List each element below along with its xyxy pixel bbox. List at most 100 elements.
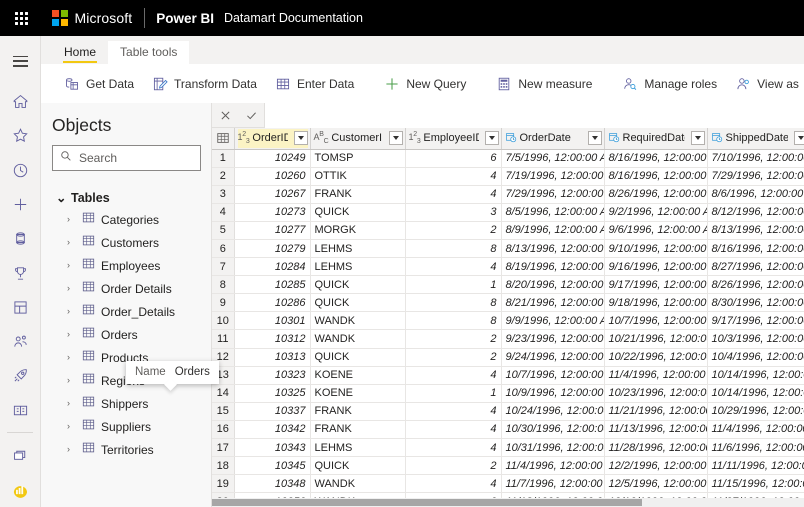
- row-number[interactable]: 18: [212, 456, 235, 476]
- table-cell[interactable]: 10/21/1996, 12:00:00 AM: [604, 329, 708, 349]
- table-cell[interactable]: 7/5/1996, 12:00:00 AM: [501, 149, 605, 168]
- row-number[interactable]: 6: [212, 239, 235, 259]
- chevron-right-icon[interactable]: ›: [67, 261, 76, 270]
- column-filter-button[interactable]: [388, 131, 403, 146]
- table-cell[interactable]: 11/11/1996, 12:00:00 AM: [707, 456, 804, 476]
- table-cell[interactable]: 8/26/1996, 12:00:00 AM: [604, 185, 708, 204]
- table-cell[interactable]: 10/23/1996, 12:00:00 AM: [604, 384, 708, 403]
- table-cell[interactable]: 10/22/1996, 12:00:00 AM: [604, 348, 708, 367]
- table-cell[interactable]: 2: [405, 348, 502, 367]
- table-cell[interactable]: OTTIK: [310, 167, 406, 186]
- row-number[interactable]: 19: [212, 474, 235, 494]
- tree-node-table[interactable]: › Categories: [41, 208, 211, 231]
- rocket-icon[interactable]: [0, 359, 41, 393]
- table-cell[interactable]: 8/27/1996, 12:00:00 AM: [707, 257, 804, 277]
- table-row[interactable]: 210260OTTIK47/19/1996, 12:00:00 AM8/16/1…: [212, 167, 804, 186]
- table-cell[interactable]: 4: [405, 438, 502, 458]
- check-icon[interactable]: [238, 103, 264, 128]
- table-cell[interactable]: FRANK: [310, 185, 406, 204]
- table-cell[interactable]: 8/30/1996, 12:00:00 AM: [707, 293, 804, 313]
- new-measure-button[interactable]: New measure: [487, 71, 601, 97]
- powerbi-logo-icon[interactable]: [0, 473, 41, 507]
- table-cell[interactable]: 4: [405, 420, 502, 440]
- table-cell[interactable]: 9/6/1996, 12:00:00 AM: [604, 221, 708, 240]
- row-number[interactable]: 15: [212, 402, 235, 421]
- table-cell[interactable]: KOENE: [310, 384, 406, 403]
- table-cell[interactable]: 10/3/1996, 12:00:00 AM: [707, 329, 804, 349]
- row-number[interactable]: 11: [212, 329, 235, 349]
- home-icon[interactable]: [0, 84, 41, 118]
- column-header[interactable]: OrderDate: [501, 128, 605, 150]
- table-cell[interactable]: 10345: [234, 456, 311, 476]
- table-cell[interactable]: 9/10/1996, 12:00:00 AM: [604, 239, 708, 259]
- table-cell[interactable]: 8/13/1996, 12:00:00 AM: [501, 239, 605, 259]
- table-row[interactable]: 710284LEHMS48/19/1996, 12:00:00 AM9/16/1…: [212, 257, 804, 277]
- table-row[interactable]: 1110312WANDK29/23/1996, 12:00:00 AM10/21…: [212, 329, 804, 349]
- table-cell[interactable]: 11/21/1996, 12:00:00 AM: [604, 402, 708, 421]
- table-cell[interactable]: 9/9/1996, 12:00:00 AM: [501, 311, 605, 331]
- table-cell[interactable]: 11/28/1996, 12:00:00 AM: [604, 438, 708, 458]
- table-row[interactable]: 810285QUICK18/20/1996, 12:00:00 AM9/17/1…: [212, 275, 804, 295]
- table-row[interactable]: 1810345QUICK211/4/1996, 12:00:00 AM12/2/…: [212, 456, 804, 476]
- table-cell[interactable]: 10279: [234, 239, 311, 259]
- chevron-right-icon[interactable]: ›: [67, 376, 76, 385]
- table-cell[interactable]: 8/20/1996, 12:00:00 AM: [501, 275, 605, 295]
- table-cell[interactable]: 10301: [234, 311, 311, 331]
- column-header[interactable]: ABCCustomerID: [310, 128, 406, 150]
- tree-node-table[interactable]: › Orders: [41, 323, 211, 346]
- column-header[interactable]: 123OrderID: [234, 128, 311, 150]
- database-icon[interactable]: [0, 222, 41, 256]
- table-cell[interactable]: 10/24/1996, 12:00:00 AM: [501, 402, 605, 421]
- row-number[interactable]: 10: [212, 311, 235, 331]
- row-number[interactable]: 9: [212, 293, 235, 313]
- table-cell[interactable]: QUICK: [310, 348, 406, 367]
- table-cell[interactable]: 7/29/1996, 12:00:00 AM: [501, 185, 605, 204]
- table-cell[interactable]: 8/6/1996, 12:00:00 AM: [707, 185, 804, 204]
- table-cell[interactable]: 1: [405, 275, 502, 295]
- table-cell[interactable]: WANDK: [310, 474, 406, 494]
- new-query-button[interactable]: New Query: [375, 71, 475, 97]
- horizontal-scrollbar[interactable]: [212, 498, 804, 507]
- transform-data-button[interactable]: Transform Data: [143, 71, 266, 97]
- table-cell[interactable]: 4: [405, 167, 502, 186]
- table-cell[interactable]: 3: [405, 203, 502, 222]
- table-cell[interactable]: QUICK: [310, 275, 406, 295]
- search-field[interactable]: [79, 151, 189, 165]
- table-cell[interactable]: 8/16/1996, 12:00:00 AM: [604, 149, 708, 168]
- column-filter-button[interactable]: [793, 131, 804, 146]
- table-cell[interactable]: 11/7/1996, 12:00:00 AM: [501, 474, 605, 494]
- scrollbar-thumb[interactable]: [212, 499, 642, 506]
- enter-data-button[interactable]: Enter Data: [266, 71, 363, 97]
- table-cell[interactable]: 7/29/1996, 12:00:00 AM: [707, 167, 804, 186]
- column-header[interactable]: ShippedDate: [707, 128, 804, 150]
- formula-input[interactable]: [264, 102, 804, 128]
- table-row[interactable]: 1610342FRANK410/30/1996, 12:00:00 AM11/1…: [212, 420, 804, 440]
- table-row[interactable]: 310267FRANK47/29/1996, 12:00:00 AM8/26/1…: [212, 185, 804, 204]
- manage-roles-button[interactable]: Manage roles: [613, 71, 726, 97]
- tree-node-table[interactable]: › Order Details: [41, 277, 211, 300]
- app-launcher-icon[interactable]: [4, 11, 38, 25]
- table-cell[interactable]: 8/9/1996, 12:00:00 AM: [501, 221, 605, 240]
- table-row[interactable]: 1010301WANDK89/9/1996, 12:00:00 AM10/7/1…: [212, 311, 804, 331]
- table-row[interactable]: 1210313QUICK29/24/1996, 12:00:00 AM10/22…: [212, 348, 804, 367]
- table-cell[interactable]: 2: [405, 221, 502, 240]
- table-cell[interactable]: 9/16/1996, 12:00:00 AM: [604, 257, 708, 277]
- table-cell[interactable]: TOMSP: [310, 149, 406, 168]
- table-cell[interactable]: 10/4/1996, 12:00:00 AM: [707, 348, 804, 367]
- table-cell[interactable]: 11/6/1996, 12:00:00 AM: [707, 438, 804, 458]
- table-cell[interactable]: 9/2/1996, 12:00:00 AM: [604, 203, 708, 222]
- chevron-right-icon[interactable]: ›: [67, 307, 76, 316]
- tree-node-table[interactable]: › Territories: [41, 438, 211, 461]
- tree-node-table[interactable]: › Employees: [41, 254, 211, 277]
- table-cell[interactable]: WANDK: [310, 311, 406, 331]
- plus-icon[interactable]: [0, 187, 41, 221]
- column-filter-button[interactable]: [587, 131, 602, 146]
- people-icon[interactable]: [0, 325, 41, 359]
- table-cell[interactable]: 8/19/1996, 12:00:00 AM: [501, 257, 605, 277]
- apps-grid-icon[interactable]: [0, 290, 41, 324]
- table-row[interactable]: 110249TOMSP67/5/1996, 12:00:00 AM8/16/19…: [212, 149, 804, 168]
- table-cell[interactable]: 2: [405, 456, 502, 476]
- table-cell[interactable]: 10/31/1996, 12:00:00 AM: [501, 438, 605, 458]
- table-cell[interactable]: 10313: [234, 348, 311, 367]
- table-cell[interactable]: 9/18/1996, 12:00:00 AM: [604, 293, 708, 313]
